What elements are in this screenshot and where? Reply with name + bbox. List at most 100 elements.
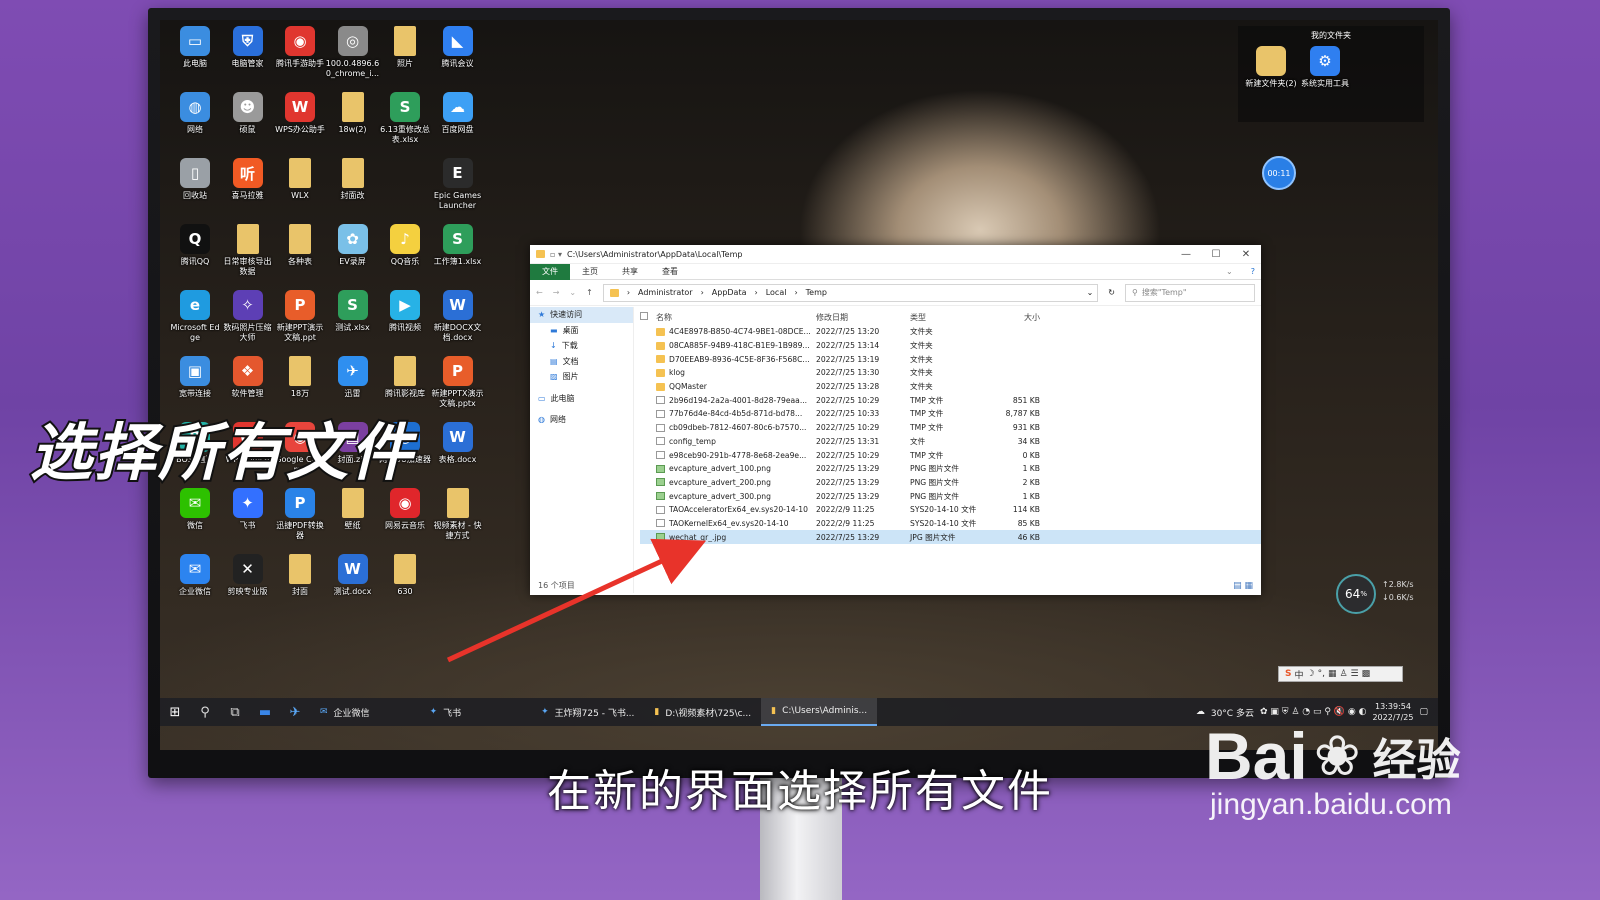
ime-punct-icon[interactable]: °, (1318, 669, 1325, 679)
desktop-icon[interactable]: 封面 (273, 554, 327, 597)
tab-view[interactable]: 查看 (650, 264, 690, 280)
desktop-icon[interactable]: W 新建DOCX文档.docx (431, 290, 485, 343)
my-files-item[interactable]: 新建文件夹(2) (1244, 46, 1298, 89)
nav-item[interactable]: ★ 快速访问 (530, 307, 633, 323)
desktop-icon[interactable]: ✕ 剪映专业版 (221, 554, 275, 597)
desktop-icon[interactable]: ◉ 腾讯手游助手 (273, 26, 327, 69)
desktop-icon[interactable]: 各种表 (273, 224, 327, 267)
close-button[interactable]: ✕ (1231, 249, 1261, 260)
address-bar[interactable]: › Administrator › AppData › Local › Temp… (602, 283, 1099, 302)
desktop-icon[interactable]: ⛨ 电脑管家 (221, 26, 275, 69)
desktop-icon[interactable]: WLX (273, 158, 327, 201)
desktop-icon[interactable]: 630 (378, 554, 432, 597)
file-row[interactable]: TAOKernelEx64_ev.sys20-14-10 2022/2/9 11:… (640, 517, 1261, 531)
desktop-icon[interactable]: ✈ 迅雷 (326, 356, 380, 399)
taskbar-app[interactable]: ▮ D:\视频素材\725\c... (644, 698, 761, 726)
search-icon[interactable]: ⚲ (190, 698, 220, 726)
file-row[interactable]: 4C4E8978-B850-4C74-9BE1-08DCE... 2022/7/2… (640, 325, 1261, 339)
task-view-icon[interactable]: ⧉ (220, 698, 250, 726)
tray-icons[interactable]: ✿ ▣ ⛨ ♙ ◔ ▭ ⚲ 🔇 ◉ ◐ (1260, 707, 1366, 717)
desktop-icon[interactable]: e Microsoft Edge (168, 290, 222, 343)
explorer-titlebar[interactable]: ▫ ▾ C:\Users\Administrator\AppData\Local… (530, 245, 1261, 264)
desktop-icon[interactable]: W 测试.docx (326, 554, 380, 597)
desktop-icon[interactable]: P 新建PPTX演示文稿.pptx (431, 356, 485, 409)
back-arrow-icon[interactable]: ← (536, 288, 543, 297)
breadcrumb-temp[interactable]: Temp (806, 288, 827, 297)
notification-icon[interactable]: ▢ (1419, 707, 1428, 717)
breadcrumb-appdata[interactable]: AppData (712, 288, 747, 297)
file-row[interactable]: klog 2022/7/25 13:30 文件夹 (640, 366, 1261, 380)
address-dropdown-icon[interactable]: ⌄ (1087, 288, 1098, 297)
desktop-icon[interactable]: P 新建PPT演示文稿.ppt (273, 290, 327, 343)
desktop-icon[interactable]: ✉ 微信 (168, 488, 222, 531)
desktop-icon[interactable]: E Epic Games Launcher (431, 158, 485, 211)
tab-home[interactable]: 主页 (570, 264, 610, 280)
column-name[interactable]: 名称 (656, 312, 816, 323)
breadcrumb-administrator[interactable]: Administrator (638, 288, 693, 297)
ribbon-expand-icon[interactable]: ⌄ (1214, 264, 1245, 280)
forward-arrow-icon[interactable]: → (553, 288, 560, 297)
desktop-icon[interactable]: S 6.13重修改总表.xlsx (378, 92, 432, 145)
desktop-icon[interactable]: ◉ 网易云音乐 (378, 488, 432, 531)
desktop-icon[interactable]: S 工作簿1.xlsx (431, 224, 485, 267)
ime-toolbar[interactable]: S 中 ☽ °, ▦ ♙ ☰ ▩ (1278, 666, 1403, 682)
taskbar-app[interactable]: ✦ 飞书 (420, 698, 472, 726)
desktop-icon[interactable]: 照片 (378, 26, 432, 69)
taskbar-app[interactable]: ✉ 企业微信 (310, 698, 380, 726)
desktop-icon[interactable]: S 测试.xlsx (326, 290, 380, 333)
nav-item[interactable]: ▤ 文档 (530, 354, 633, 370)
ime-skin-icon[interactable]: ▩ (1362, 669, 1371, 679)
file-row[interactable]: 08CA885F-94B9-418C-B1E9-1B989... 2022/7/2… (640, 339, 1261, 353)
column-date[interactable]: 修改日期 (816, 312, 910, 323)
file-row[interactable]: QQMaster 2022/7/25 13:28 文件夹 (640, 380, 1261, 394)
ime-user-icon[interactable]: ♙ (1339, 669, 1347, 679)
nav-item[interactable]: ↓ 下载 (530, 338, 633, 354)
file-row[interactable]: wechat_qr_.jpg 2022/7/25 13:29 JPG 图片文件 46 … (640, 530, 1261, 544)
desktop-icon[interactable]: Q 腾讯QQ (168, 224, 222, 267)
windows-start-icon[interactable]: ⊞ (160, 698, 190, 726)
ime-moon-icon[interactable]: ☽ (1307, 669, 1315, 679)
taskbar-app[interactable]: ▮ C:\Users\Adminis... (761, 698, 878, 726)
desktop-icon[interactable]: 18w(2) (326, 92, 380, 135)
desktop-icon[interactable]: 腾讯影视库 (378, 356, 432, 399)
desktop-icon[interactable]: ▣ 宽带连接 (168, 356, 222, 399)
file-row[interactable]: evcapture_advert_200.png 2022/7/25 13:29 P… (640, 476, 1261, 490)
desktop-icon[interactable]: 封面改 (326, 158, 380, 201)
recent-locations-icon[interactable]: ⌄ (569, 288, 576, 297)
file-explorer-window[interactable]: ▫ ▾ C:\Users\Administrator\AppData\Local… (530, 245, 1261, 595)
file-row[interactable]: TAOAcceleratorEx64_ev.sys20-14-10 2022/2/… (640, 503, 1261, 517)
up-arrow-icon[interactable]: ↑ (586, 288, 593, 297)
help-icon[interactable]: ? (1245, 264, 1261, 280)
select-all-checkbox[interactable] (640, 312, 656, 322)
taskbar-app[interactable]: ✦ 王炸翔725 - 飞书... (531, 698, 644, 726)
desktop-icon[interactable]: P 迅捷PDF转换器 (273, 488, 327, 541)
file-row[interactable]: config_temp 2022/7/25 13:31 文件 34 KB (640, 435, 1261, 449)
mail-icon[interactable]: ▬ (250, 698, 280, 726)
desktop-icon[interactable]: ☁ 百度网盘 (431, 92, 485, 135)
desktop-icon[interactable]: W WPS办公助手 (273, 92, 327, 135)
desktop-icon[interactable]: 听喜马拉雅 (221, 158, 275, 201)
desktop-icon[interactable]: ▶ 腾讯视频 (378, 290, 432, 333)
desktop-icon[interactable]: ✉ 企业微信 (168, 554, 222, 597)
nav-item[interactable]: ▬ 桌面 (530, 323, 633, 339)
refresh-icon[interactable]: ↻ (1108, 288, 1115, 297)
desktop-icon[interactable]: 视频素材 - 快捷方式 (431, 488, 485, 541)
nav-item[interactable]: ▭ 此电脑 (530, 391, 633, 407)
maximize-button[interactable]: ☐ (1201, 249, 1231, 260)
nav-item[interactable]: ▨ 图片 (530, 369, 633, 385)
column-type[interactable]: 类型 (910, 312, 988, 323)
file-row[interactable]: cb09dbeb-7812-4607-80c6-b7570... 2022/7/2… (640, 421, 1261, 435)
desktop-icon[interactable]: 壁纸 (326, 488, 380, 531)
search-box[interactable]: ⚲ 搜索"Temp" (1125, 283, 1255, 302)
desktop-icon[interactable]: ✧ 数码照片压缩大师 (221, 290, 275, 343)
ime-menu-icon[interactable]: ☰ (1351, 669, 1359, 679)
weather-icon[interactable]: ☁ (1196, 707, 1205, 717)
desktop-icon[interactable]: ▯ 回收站 (168, 158, 222, 201)
tab-file[interactable]: 文件 (530, 263, 570, 280)
minimize-button[interactable]: — (1171, 249, 1201, 260)
thunder-icon[interactable]: ✈ (280, 698, 310, 726)
file-row[interactable]: 2b96d194-2a2a-4001-8d28-79eaa... 2022/7/2… (640, 393, 1261, 407)
ime-keyboard-icon[interactable]: ▦ (1328, 669, 1337, 679)
file-row[interactable]: 77b76d4e-84cd-4b5d-871d-bd78... 2022/7/25… (640, 407, 1261, 421)
desktop-icon[interactable]: ▭ 此电脑 (168, 26, 222, 69)
